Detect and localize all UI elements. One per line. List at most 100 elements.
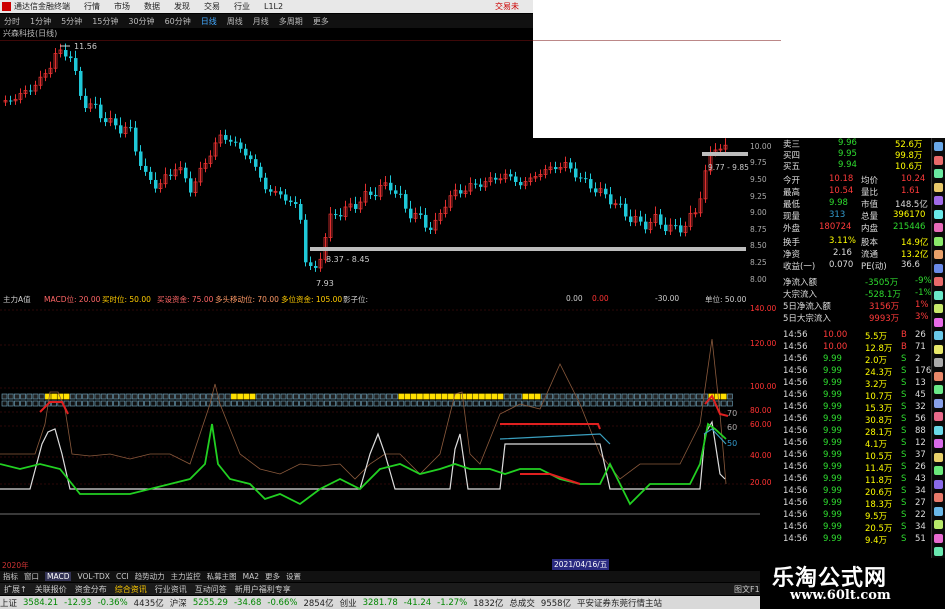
side-tool-icon[interactable] xyxy=(934,263,943,273)
period-tab[interactable]: 15分钟 xyxy=(92,16,118,27)
signal-box xyxy=(454,393,460,400)
side-tool-icon[interactable] xyxy=(934,196,943,205)
candle-body xyxy=(69,56,73,59)
ext-tab[interactable]: 关联报价 xyxy=(35,584,67,595)
side-tool-icon[interactable] xyxy=(934,142,943,151)
side-tool-icon[interactable] xyxy=(934,223,943,232)
side-tool-icon[interactable] xyxy=(934,169,943,178)
menu-item-l1l2[interactable]: L1L2 xyxy=(264,2,283,11)
side-tool-icon[interactable] xyxy=(934,344,943,354)
side-tool-icon[interactable] xyxy=(934,331,943,340)
side-tool-icon[interactable] xyxy=(934,358,943,367)
side-tool-icon[interactable] xyxy=(934,155,943,165)
menu-item-quotes[interactable]: 行情 xyxy=(84,1,100,12)
side-tool-icon[interactable] xyxy=(934,493,943,502)
side-tool-icon[interactable] xyxy=(934,425,943,435)
indicator-tab[interactable]: 主力监控 xyxy=(171,571,201,582)
signal-box xyxy=(522,393,529,400)
side-tool-icon[interactable] xyxy=(934,452,943,462)
trade-status[interactable]: 交易未 xyxy=(495,1,519,12)
side-tool-icon[interactable] xyxy=(934,466,943,475)
signal-box xyxy=(169,393,175,400)
indicator-tab[interactable]: 更多 xyxy=(265,571,280,582)
indicator-tab[interactable]: CCI xyxy=(116,572,129,581)
side-tool-icon[interactable] xyxy=(934,385,943,394)
indicator-tab[interactable]: MA2 xyxy=(243,572,259,581)
side-tool-icon[interactable] xyxy=(934,371,943,381)
period-tab[interactable]: 1分钟 xyxy=(30,16,51,27)
period-tab[interactable]: 60分钟 xyxy=(165,16,191,27)
signal-box xyxy=(609,393,615,400)
signal-box xyxy=(590,393,597,400)
side-tool-icon[interactable] xyxy=(934,520,943,529)
indicator-tab[interactable]: VOL-TDX xyxy=(77,572,109,581)
signal-box xyxy=(63,400,70,407)
signal-box xyxy=(671,400,677,407)
index-label[interactable]: 创业 xyxy=(340,597,357,609)
signal-box xyxy=(367,393,374,400)
menu-item-discover[interactable]: 发现 xyxy=(174,1,190,12)
side-tool-icon[interactable] xyxy=(934,398,943,408)
side-tool-icon[interactable] xyxy=(934,277,943,286)
signal-box xyxy=(603,393,609,400)
ext-tab[interactable]: 综合资讯 xyxy=(115,584,147,595)
period-tab[interactable]: 多周期 xyxy=(279,16,303,27)
signal-box xyxy=(200,400,206,407)
signal-box xyxy=(82,400,88,407)
period-tab[interactable]: 月线 xyxy=(253,16,269,27)
flow-row: 5日净流入额 3156万 1% xyxy=(783,300,929,312)
ext-tab[interactable]: 行业资讯 xyxy=(155,584,187,595)
indicator-tab[interactable]: 设置 xyxy=(286,571,301,582)
signal-box xyxy=(348,393,355,400)
period-tab[interactable]: 分时 xyxy=(4,16,20,27)
menu-item-data[interactable]: 数据 xyxy=(144,1,160,12)
price-tick: 9.75 xyxy=(750,158,767,167)
period-tab[interactable]: 周线 xyxy=(227,16,243,27)
signal-box xyxy=(274,393,281,400)
signal-box xyxy=(107,400,113,407)
indicator-tab[interactable]: 趋势动力 xyxy=(135,571,165,582)
indicator-tab[interactable]: 窗口 xyxy=(24,571,39,582)
candle-body xyxy=(149,171,153,180)
indicator-tab-selected[interactable]: MACD xyxy=(45,572,72,581)
candle-body xyxy=(604,188,608,195)
signal-box xyxy=(206,393,212,400)
menu-item-market[interactable]: 市场 xyxy=(114,1,130,12)
side-tool-icon[interactable] xyxy=(934,317,943,327)
side-tool-icon[interactable] xyxy=(934,250,943,259)
period-tab[interactable]: 更多 xyxy=(313,16,329,27)
side-tool-icon[interactable] xyxy=(934,236,943,246)
signal-box xyxy=(311,400,318,407)
ext-tab[interactable]: 互动问答 xyxy=(195,584,227,595)
indicator-tab[interactable]: 私募主图 xyxy=(207,571,237,582)
signal-box xyxy=(472,400,479,407)
signal-box xyxy=(658,400,665,407)
side-tool-icon[interactable] xyxy=(934,533,943,543)
candle-body xyxy=(429,227,433,230)
period-tab[interactable]: 5分钟 xyxy=(61,16,82,27)
index-label[interactable]: 上证 xyxy=(0,597,17,609)
index-label[interactable]: 沪深 xyxy=(170,597,187,609)
side-tool-icon[interactable] xyxy=(934,304,943,313)
ext-tab[interactable]: 资金分布 xyxy=(75,584,107,595)
side-tool-icon[interactable] xyxy=(934,479,943,489)
side-tool-icon[interactable] xyxy=(934,412,943,421)
side-tool-icon[interactable] xyxy=(934,182,943,192)
side-tool-icon[interactable] xyxy=(934,547,943,556)
kline-chart[interactable]: 11.56 8.37 - 8.45 9.77 - 9.85 7.93 xyxy=(0,40,781,294)
tick-row: 14:56 9.99 30.8万 S 56 xyxy=(783,414,926,426)
indicator-chart[interactable]: 70 60 50 xyxy=(0,304,781,559)
period-tab[interactable]: 30分钟 xyxy=(128,16,154,27)
side-tool-icon[interactable] xyxy=(934,439,943,448)
ext-tab[interactable]: 扩展↑ xyxy=(4,584,27,595)
signal-box xyxy=(708,400,715,407)
ext-tab[interactable]: 新用户福利专享 xyxy=(235,584,291,595)
side-tool-icon[interactable] xyxy=(934,209,943,219)
indicator-tab[interactable]: 指标 xyxy=(3,571,18,582)
side-tool-icon[interactable] xyxy=(934,506,943,516)
period-tab-selected[interactable]: 日线 xyxy=(201,16,217,27)
menu-item-industry[interactable]: 行业 xyxy=(234,1,250,12)
menu-item-trade[interactable]: 交易 xyxy=(204,1,220,12)
side-tool-icon[interactable] xyxy=(934,290,943,300)
signal-box xyxy=(379,393,386,400)
